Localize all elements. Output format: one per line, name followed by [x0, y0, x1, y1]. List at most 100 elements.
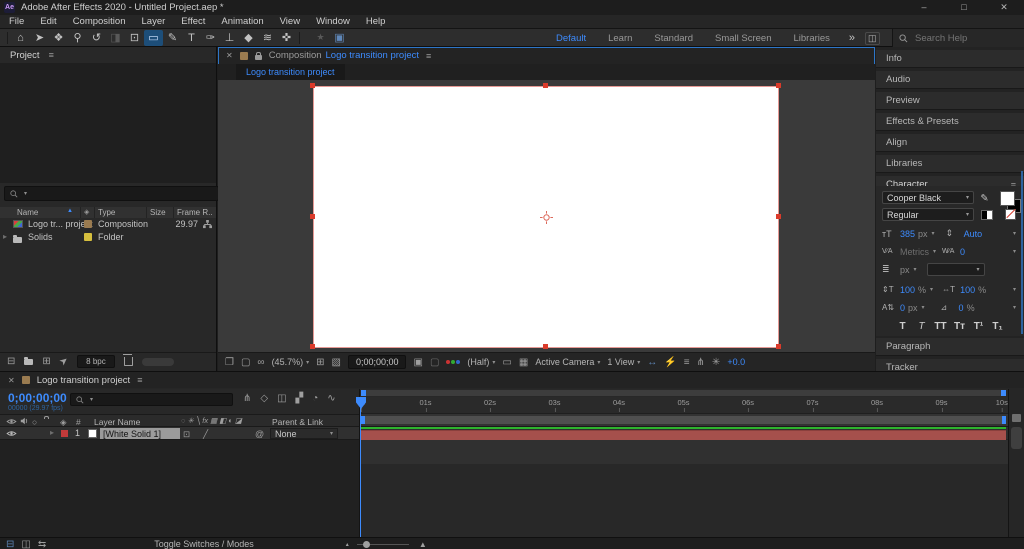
- graph-editor-icon[interactable]: ∿: [327, 393, 335, 404]
- panel-paragraph[interactable]: Paragraph: [876, 338, 1024, 356]
- grid-options-icon[interactable]: ⊞: [316, 357, 324, 368]
- project-scrollbar[interactable]: [141, 357, 174, 366]
- region-of-interest-icon[interactable]: ▭: [502, 357, 511, 368]
- all-caps-button[interactable]: TT: [931, 321, 950, 332]
- snapshot-icon[interactable]: ▣: [413, 357, 422, 368]
- mask-visibility-icon[interactable]: ▧: [331, 357, 340, 368]
- brush-tool[interactable]: ✑: [201, 30, 220, 46]
- caret-icon[interactable]: ▾: [932, 230, 935, 237]
- menu-animation[interactable]: Animation: [221, 16, 263, 27]
- shy-switch-icon[interactable]: ◌: [181, 416, 185, 425]
- lock-icon[interactable]: [254, 51, 262, 60]
- type-tool[interactable]: T: [182, 30, 201, 46]
- project-panel-title[interactable]: Project: [10, 50, 40, 61]
- no-fill-swatch[interactable]: [1005, 209, 1016, 220]
- comp-marker-bin-button[interactable]: [1012, 414, 1021, 422]
- magnification-dropdown[interactable]: (45.7%) ▾: [272, 357, 310, 367]
- composition-viewer[interactable]: [218, 80, 875, 352]
- horizontal-scale-value[interactable]: 100: [960, 285, 975, 295]
- collapse-switch-icon[interactable]: ✳: [187, 416, 193, 425]
- faux-italic-button[interactable]: T: [912, 321, 931, 332]
- layer-row[interactable]: ▸ 1 [White Solid 1] ⊡ ╱ @ None ▾: [0, 427, 359, 440]
- swap-fill-stroke-icon[interactable]: [981, 209, 993, 220]
- menu-layer[interactable]: Layer: [142, 16, 166, 27]
- layer-list-empty-area[interactable]: [0, 440, 359, 537]
- adjustment-switch-icon[interactable]: ◐: [228, 416, 233, 425]
- menu-edit[interactable]: Edit: [40, 16, 56, 27]
- pen-tool[interactable]: ✎: [163, 30, 182, 46]
- project-settings-icon[interactable]: ➤: [57, 355, 70, 369]
- caret-icon[interactable]: ▾: [1013, 248, 1016, 255]
- zoom-tool[interactable]: ⚲: [68, 30, 87, 46]
- leading-value[interactable]: Auto: [964, 229, 983, 239]
- channel-settings-icon[interactable]: [446, 360, 461, 364]
- kerning-value[interactable]: Metrics: [900, 247, 929, 257]
- selection-handle[interactable]: [776, 214, 781, 219]
- panel-preview[interactable]: Preview: [876, 92, 1024, 110]
- selection-handle[interactable]: [310, 344, 315, 349]
- workspace-standard[interactable]: Standard: [643, 33, 704, 44]
- tracking-value[interactable]: 0: [960, 247, 965, 257]
- twirl-icon[interactable]: ▸: [3, 232, 7, 241]
- faux-bold-button[interactable]: T: [893, 321, 912, 332]
- clone-stamp-tool[interactable]: ⊥: [220, 30, 239, 46]
- timeline-vertical-scrollbar[interactable]: [1011, 427, 1022, 449]
- sort-arrow-icon[interactable]: ▲: [67, 208, 73, 214]
- label-column-icon[interactable]: ◈: [84, 208, 89, 216]
- caret-icon[interactable]: ▾: [933, 248, 936, 255]
- help-search-input[interactable]: [913, 31, 1007, 45]
- workspace-small-screen[interactable]: Small Screen: [704, 33, 783, 44]
- roto-brush-tool[interactable]: ≋: [258, 30, 277, 46]
- subscript-button[interactable]: T₁: [988, 321, 1007, 332]
- rectangle-tool[interactable]: ▭: [144, 29, 163, 46]
- fast-previews-icon[interactable]: ⚡: [664, 357, 676, 368]
- panel-audio[interactable]: Audio: [876, 71, 1024, 89]
- maximize-button[interactable]: □: [944, 0, 984, 15]
- transfer-controls-icon[interactable]: ◫: [21, 539, 30, 549]
- exposure-value[interactable]: +0.0: [727, 357, 745, 367]
- toggle-switches-modes-button[interactable]: Toggle Switches / Modes: [154, 539, 254, 549]
- caret-icon[interactable]: ▾: [930, 286, 933, 293]
- tsume-value[interactable]: 0: [959, 303, 964, 313]
- resolution-dropdown[interactable]: (Half) ▾: [467, 357, 495, 367]
- stroke-width-unit[interactable]: px: [900, 265, 910, 275]
- snapping-icon[interactable]: ▣: [330, 30, 349, 46]
- audio-column-icon[interactable]: [20, 417, 28, 425]
- eraser-tool[interactable]: ◆: [239, 30, 258, 46]
- current-time-display[interactable]: 0;00;00;00: [347, 355, 407, 369]
- show-snapshot-icon[interactable]: ▢: [430, 357, 439, 368]
- selection-handle[interactable]: [776, 83, 781, 88]
- panel-info[interactable]: Info: [876, 50, 1024, 68]
- layer-label-swatch[interactable]: [61, 430, 68, 437]
- expand-layer-switches-icon[interactable]: ⊟: [6, 539, 14, 549]
- minimize-button[interactable]: –: [904, 0, 944, 15]
- layer-duration-bar[interactable]: [361, 430, 1006, 440]
- caret-icon[interactable]: ▾: [1013, 304, 1016, 311]
- caret-icon[interactable]: ▾: [922, 304, 925, 311]
- panel-effects-presets[interactable]: Effects & Presets: [876, 113, 1024, 131]
- motion-blur-icon[interactable]: ◔: [312, 393, 318, 404]
- reset-exposure-icon[interactable]: ✳: [712, 357, 720, 368]
- font-style-dropdown[interactable]: Regular ▾: [882, 208, 974, 221]
- workspace-overflow-icon[interactable]: »: [849, 32, 855, 44]
- parent-link-column-label[interactable]: Parent & Link: [272, 417, 323, 427]
- zoom-out-icon[interactable]: ▴: [346, 541, 349, 548]
- column-frame-rate[interactable]: Frame R..: [177, 208, 213, 217]
- track-area-lower[interactable]: [360, 464, 1008, 537]
- composition-canvas[interactable]: [313, 86, 779, 348]
- column-type[interactable]: Type: [98, 208, 115, 217]
- superscript-button[interactable]: T¹: [969, 321, 988, 332]
- work-area-end-handle[interactable]: [1002, 416, 1006, 424]
- transparency-grid-icon[interactable]: ▦: [519, 357, 528, 368]
- draft-3d-icon[interactable]: ◇: [260, 393, 268, 404]
- zoom-in-icon[interactable]: ▲: [419, 540, 427, 549]
- vertical-scale-value[interactable]: 100: [900, 285, 915, 295]
- new-composition-icon[interactable]: ⊞: [42, 356, 50, 367]
- panel-libraries[interactable]: Libraries: [876, 155, 1024, 173]
- workspace-switcher-icon[interactable]: ◫: [865, 31, 880, 45]
- 3d-switch-icon[interactable]: ◪: [235, 416, 242, 425]
- index-column-label[interactable]: #: [76, 417, 81, 427]
- panel-menu-icon[interactable]: ≡: [426, 51, 431, 61]
- menu-composition[interactable]: Composition: [73, 16, 126, 27]
- quality-switch[interactable]: ╱: [203, 429, 208, 440]
